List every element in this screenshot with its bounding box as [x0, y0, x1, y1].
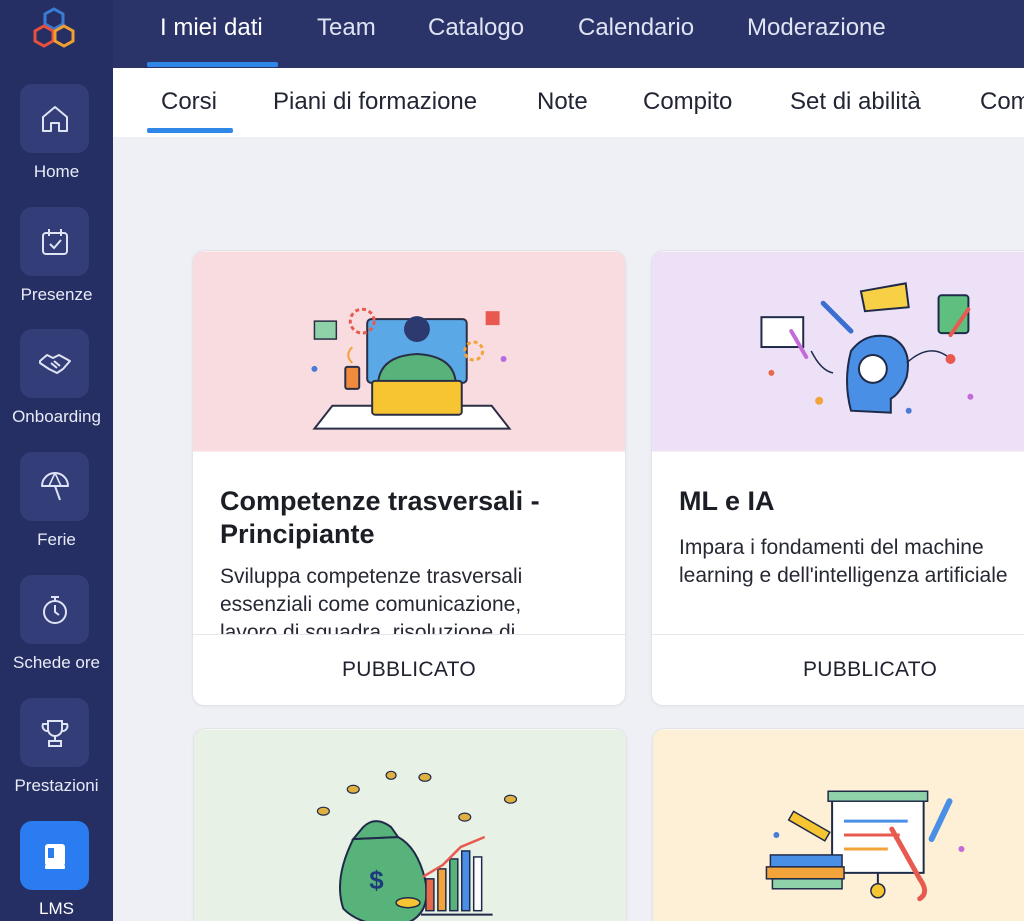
course-status: PUBBLICATO [652, 634, 1024, 705]
calendar-check-icon [41, 228, 68, 255]
sidebar-tile [20, 698, 89, 767]
course-card[interactable]: Competenze trasversali - Principiante Sv… [192, 250, 626, 706]
tab-set-di-abilita[interactable]: Set di abilità [790, 88, 921, 116]
course-title-line: Principiante [220, 519, 375, 549]
stopwatch-icon [42, 595, 67, 624]
course-illustration-teaching [653, 729, 1024, 921]
beach-umbrella-icon [40, 471, 69, 500]
sidebar-item-prestazioni[interactable]: Prestazioni [0, 698, 113, 816]
course-description-line: learning e dell'intelligenza artificiale [679, 564, 1008, 587]
sidebar-item-schede-ore[interactable]: Schede ore [0, 575, 113, 693]
sidebar-tile [20, 575, 89, 644]
course-status: PUBBLICATO [193, 634, 625, 705]
tab-compito[interactable]: Compito [643, 88, 732, 116]
course-card[interactable]: $ [193, 728, 627, 921]
active-tab-indicator [147, 128, 233, 133]
handshake-icon [38, 353, 71, 374]
sidebar-item-onboarding[interactable]: Onboarding [0, 329, 113, 447]
sidebar-item-label: Onboarding [12, 407, 101, 426]
sidebar-tile [20, 84, 89, 153]
course-illustration-finance: $ [194, 729, 626, 921]
sidebar-item-home[interactable]: Home [0, 84, 113, 202]
course-card[interactable] [652, 728, 1024, 921]
sidebar-item-label: Schede ore [13, 653, 100, 672]
course-description: Sviluppa competenze trasversali essenzia… [220, 563, 522, 635]
tab-corsi[interactable]: Corsi [161, 88, 217, 116]
sidebar-tile-active [20, 821, 89, 890]
sidebar-item-label: Presenze [20, 285, 93, 304]
course-card[interactable]: ML e IA Impara i fondamenti del machine … [651, 250, 1024, 706]
sidebar-item-label: Home [33, 162, 80, 181]
sub-tabs: Corsi Piani di formazione Note Compito S… [113, 68, 1024, 137]
book-icon [44, 843, 65, 869]
topnav-item-calendario[interactable]: Calendario [578, 14, 694, 42]
active-topnav-indicator [147, 62, 278, 67]
sidebar-item-lms[interactable]: LMS [0, 821, 113, 921]
course-description-line: Sviluppa competenze trasversali [220, 565, 523, 588]
sidebar-tile [20, 452, 89, 521]
topnav-item-i-miei-dati[interactable]: I miei dati [160, 14, 263, 42]
sidebar-item-label: LMS [39, 899, 74, 918]
sidebar-tile [20, 329, 89, 398]
home-icon [41, 105, 68, 132]
top-navigation: I miei dati Team Catalogo Calendario Mod… [113, 0, 1024, 68]
sidebar-item-ferie[interactable]: Ferie [0, 452, 113, 570]
course-illustration-person-at-computer [193, 251, 625, 452]
app-logo[interactable] [30, 5, 78, 53]
topnav-item-team[interactable]: Team [317, 14, 376, 42]
course-title-line: Competenze trasversali - [220, 486, 540, 516]
course-description: Impara i fondamenti del machine learning… [679, 534, 1008, 606]
course-title: Competenze trasversali - Principiante [220, 485, 540, 551]
tab-piani-di-formazione[interactable]: Piani di formazione [273, 88, 477, 116]
course-title-line: ML e IA [679, 486, 775, 516]
sidebar-item-label: Prestazioni [14, 776, 99, 795]
sidebar: Home Presenze Onboarding Ferie Schede or… [0, 0, 113, 921]
course-description-line: lavoro di squadra, risoluzione di [220, 621, 516, 635]
course-description-line: Impara i fondamenti del machine [679, 536, 984, 559]
course-description-line: essenziali come comunicazione, [220, 593, 522, 616]
sidebar-item-presenze[interactable]: Presenze [0, 207, 113, 325]
tab-note[interactable]: Note [537, 88, 588, 116]
topnav-item-moderazione[interactable]: Moderazione [747, 14, 886, 42]
topnav-item-catalogo[interactable]: Catalogo [428, 14, 524, 42]
course-title: ML e IA [679, 485, 775, 518]
sidebar-item-label: Ferie [37, 530, 76, 549]
sidebar-tile [20, 207, 89, 276]
trophy-icon [41, 719, 68, 747]
tab-com[interactable]: Com [980, 88, 1024, 116]
course-illustration-ai-brain [652, 251, 1024, 452]
svg-text:$: $ [369, 867, 384, 895]
